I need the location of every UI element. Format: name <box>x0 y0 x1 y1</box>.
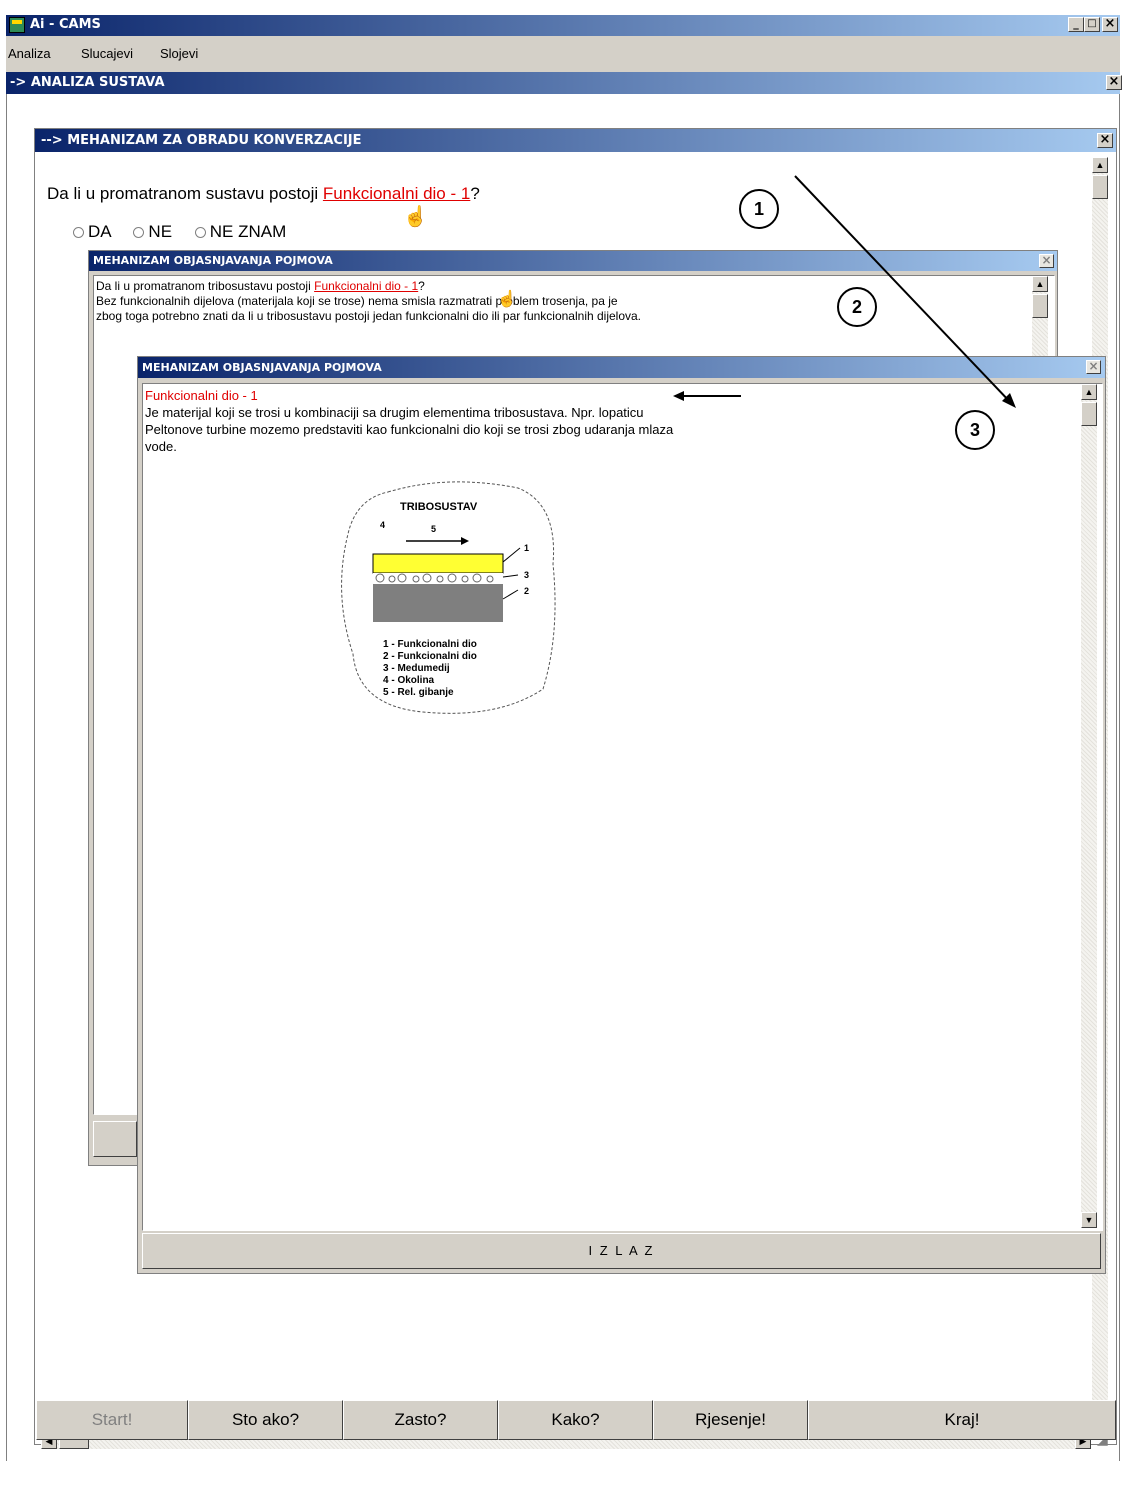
annotation-arrowhead-left-icon <box>673 391 684 401</box>
callout-2: 2 <box>837 287 877 327</box>
bottom-button-bar <box>36 1458 1116 1498</box>
callout-1: 1 <box>739 189 779 229</box>
callout-3: 3 <box>955 410 995 450</box>
annotation-arrow-diagonal <box>794 175 1013 405</box>
annotation-overlay <box>673 175 1016 408</box>
